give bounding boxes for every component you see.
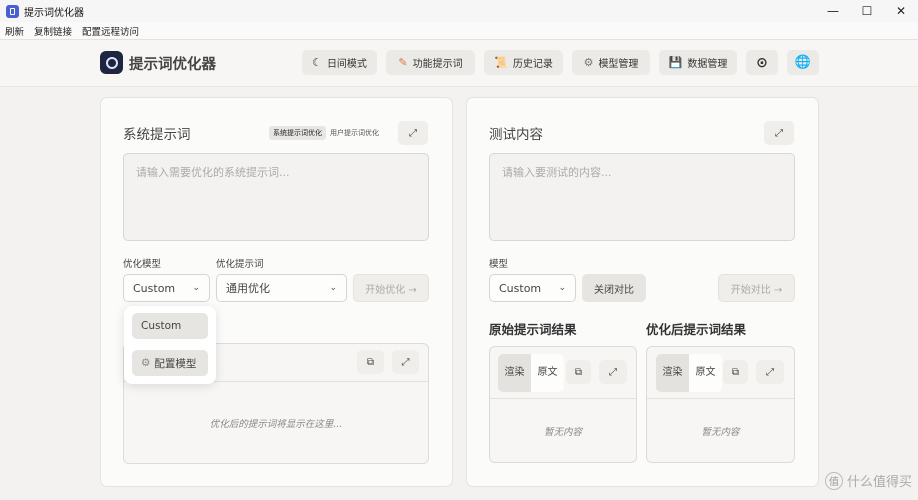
- optimize-model-value: Custom: [133, 281, 176, 295]
- minimize-button[interactable]: —: [816, 0, 850, 22]
- logo-icon: [100, 51, 123, 74]
- window-controls: — ☐ ✕: [816, 0, 918, 22]
- gear-icon: ⚙: [141, 357, 151, 369]
- optimized-empty-text: 暂无内容: [701, 427, 740, 438]
- expand-icon: ⤢: [609, 366, 617, 378]
- start-compare-button[interactable]: 开始对比 →: [718, 274, 795, 302]
- test-content-title: 测试内容: [489, 127, 543, 143]
- optimize-template-value: 通用优化: [226, 282, 270, 295]
- data-management-button[interactable]: 💾 数据管理: [659, 50, 737, 75]
- window-title: 提示词优化器: [24, 7, 84, 19]
- copy-icon: ⧉: [731, 366, 740, 378]
- window-titlebar: 提示词优化器 — ☐ ✕: [0, 0, 918, 22]
- copy-icon: ⧉: [574, 366, 583, 378]
- expand-original-button[interactable]: ⤢: [599, 360, 627, 384]
- expand-icon: ⤢: [409, 127, 417, 139]
- dropdown-option-custom[interactable]: Custom: [132, 313, 208, 339]
- github-button[interactable]: ⊙: [746, 50, 778, 75]
- model-dropdown-menu: Custom ⚙ 配置模型: [124, 306, 216, 384]
- history-label: 历史记录: [512, 59, 553, 70]
- scroll-icon: 📜: [494, 56, 508, 69]
- menu-item-refresh[interactable]: 刷新: [5, 24, 24, 38]
- model-management-button[interactable]: ⚙ 模型管理: [572, 50, 650, 75]
- test-model-value: Custom: [499, 281, 542, 295]
- original-view-toggle: 渲染 原文: [498, 354, 564, 392]
- raw-view-button[interactable]: 原文: [689, 354, 722, 392]
- app-icon: [6, 4, 19, 18]
- raw-view-button[interactable]: 原文: [531, 354, 564, 392]
- chevron-down-icon: ⌄: [558, 283, 566, 293]
- globe-icon: 🌐: [794, 55, 812, 70]
- test-content-input[interactable]: 请输入要测试的内容...: [489, 153, 795, 241]
- history-button[interactable]: 📜 历史记录: [484, 50, 563, 75]
- theme-toggle-label: 日间模式: [326, 59, 367, 70]
- language-button[interactable]: 🌐: [787, 50, 819, 75]
- github-icon: ⊙: [756, 54, 768, 71]
- optimized-output-placeholder: 优化后的提示词将显示在这里...: [209, 419, 343, 430]
- system-prompt-title: 系统提示词: [123, 127, 191, 143]
- close-compare-button[interactable]: 关闭对比: [582, 274, 646, 302]
- close-button[interactable]: ✕: [884, 0, 918, 22]
- render-view-button[interactable]: 渲染: [656, 354, 689, 392]
- tab-user-prompt[interactable]: 用户提示词优化: [330, 128, 379, 138]
- optimize-model-select[interactable]: Custom ⌄: [123, 274, 210, 302]
- menu-bar: 刷新 复制链接 配置远程访问: [0, 22, 918, 40]
- function-prompts-button[interactable]: ✎ 功能提示词: [386, 50, 475, 75]
- optimized-result-title: 优化后提示词结果: [646, 322, 747, 337]
- expand-icon: ⤢: [775, 127, 783, 139]
- app-header: 提示词优化器 ☾ 日间模式 ✎ 功能提示词 📜 历史记录 ⚙ 模型管理 💾 数据…: [0, 40, 918, 87]
- expand-test-content-button[interactable]: ⤢: [764, 121, 794, 145]
- test-model-label: 模型: [489, 259, 509, 270]
- copy-output-button[interactable]: ⧉: [357, 350, 384, 374]
- data-management-label: 数据管理: [687, 59, 728, 70]
- start-optimize-button[interactable]: 开始优化 →: [353, 274, 429, 302]
- prompt-type-tabs: 系统提示词优化 用户提示词优化: [269, 126, 379, 140]
- expand-icon: ⤢: [766, 366, 774, 378]
- gear-icon: ⚙: [583, 56, 594, 69]
- expand-icon: ⤢: [401, 356, 410, 368]
- chevron-down-icon: ⌄: [192, 283, 200, 293]
- original-result-title: 原始提示词结果: [489, 322, 577, 337]
- configure-model-button[interactable]: ⚙ 配置模型: [132, 350, 208, 376]
- expand-system-prompt-button[interactable]: ⤢: [398, 121, 428, 145]
- function-prompts-label: 功能提示词: [412, 59, 463, 70]
- optimize-template-label: 优化提示词: [216, 259, 264, 270]
- configure-model-label: 配置模型: [154, 357, 197, 370]
- original-empty-text: 暂无内容: [543, 427, 582, 438]
- moon-icon: ☾: [312, 56, 322, 69]
- optimized-view-toggle: 渲染 原文: [656, 354, 722, 392]
- copy-optimized-button[interactable]: ⧉: [723, 360, 748, 384]
- watermark-text: 什么值得买: [846, 475, 912, 490]
- menu-item-remote-access[interactable]: 配置远程访问: [82, 24, 139, 38]
- chevron-down-icon: ⌄: [329, 283, 337, 293]
- tab-system-prompt[interactable]: 系统提示词优化: [269, 126, 326, 140]
- save-icon: 💾: [668, 56, 683, 69]
- test-model-select[interactable]: Custom ⌄: [489, 274, 576, 302]
- dropdown-option-label: Custom: [141, 320, 182, 332]
- watermark: 值 什么值得买: [824, 471, 912, 490]
- copy-icon: ⧉: [366, 356, 375, 368]
- brand-title: 提示词优化器: [129, 57, 216, 73]
- menu-item-copy-link[interactable]: 复制链接: [34, 24, 72, 38]
- expand-optimized-button[interactable]: ⤢: [756, 360, 784, 384]
- copy-original-button[interactable]: ⧉: [566, 360, 591, 384]
- render-view-button[interactable]: 渲染: [498, 354, 531, 392]
- theme-toggle-button[interactable]: ☾ 日间模式: [302, 50, 377, 75]
- optimize-model-label: 优化模型: [123, 259, 162, 270]
- maximize-button[interactable]: ☐: [850, 0, 884, 22]
- model-management-label: 模型管理: [598, 59, 639, 70]
- optimize-template-select[interactable]: 通用优化 ⌄: [216, 274, 347, 302]
- system-prompt-input[interactable]: 请输入需要优化的系统提示词...: [123, 153, 429, 241]
- expand-output-button[interactable]: ⤢: [392, 350, 419, 374]
- watermark-icon: 值: [824, 471, 843, 490]
- edit-document-icon: ✎: [398, 56, 408, 69]
